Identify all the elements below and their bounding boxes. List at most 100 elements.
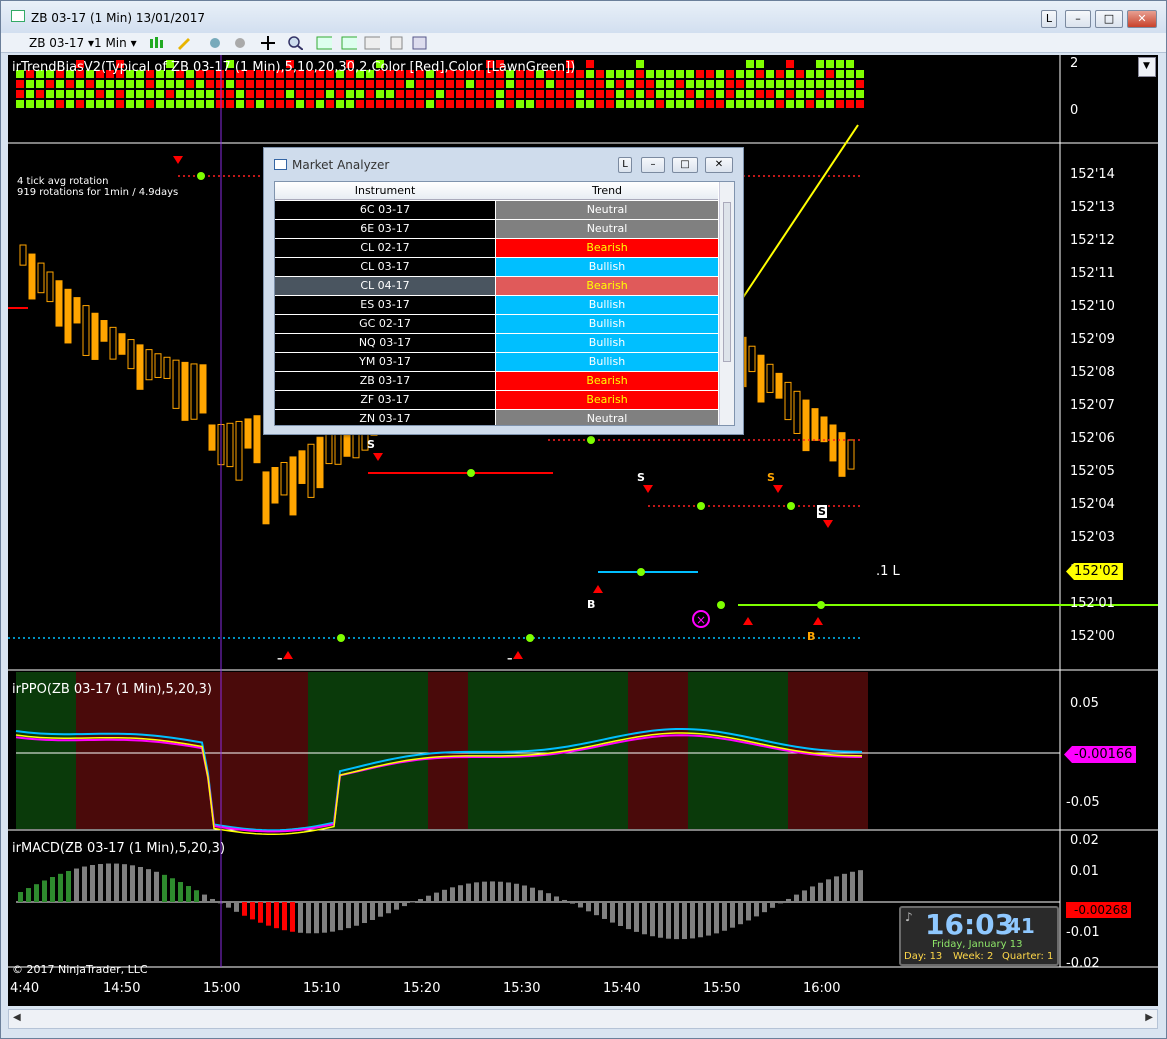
scroll-left-arrow-icon[interactable]: ◀ xyxy=(13,1012,21,1023)
close-button[interactable]: ✕ xyxy=(1127,10,1157,28)
trendbias-cell xyxy=(816,90,824,98)
trendbias-cell xyxy=(276,100,284,108)
col-trend-header[interactable]: Trend xyxy=(496,184,718,197)
price-axis-label: 152'01 xyxy=(1070,596,1115,611)
ma-row[interactable]: ES 03-17 Bullish xyxy=(275,296,718,315)
minimize-button[interactable]: – xyxy=(1065,10,1091,28)
macd-bar xyxy=(162,874,167,902)
link-button[interactable]: L xyxy=(1041,10,1057,28)
trendbias-cell xyxy=(386,80,394,88)
pivot-dot xyxy=(717,601,725,609)
macd-bar xyxy=(42,880,47,902)
strategies-icon[interactable] xyxy=(341,36,357,50)
trendbias-cell xyxy=(26,100,34,108)
ma-minimize-button[interactable]: – xyxy=(641,157,665,173)
panel-dropdown-button[interactable]: ▼ xyxy=(1138,57,1156,77)
ma-row[interactable]: ZF 03-17 Bearish xyxy=(275,391,718,410)
trendbias-cell xyxy=(776,80,784,88)
macd-bar xyxy=(466,883,471,902)
interval-selector[interactable]: 1 Min ▾ xyxy=(94,35,137,51)
trendbias-cell xyxy=(746,80,754,88)
trendbias-cell xyxy=(846,100,854,108)
price-candle xyxy=(64,288,72,344)
ma-row[interactable]: YM 03-17 Bullish xyxy=(275,353,718,372)
pencil-icon[interactable] xyxy=(176,36,192,50)
macd-bar xyxy=(802,890,807,902)
drawing-tool-icon[interactable] xyxy=(206,36,222,50)
trendbias-cell xyxy=(16,100,24,108)
trendbias-cell xyxy=(826,90,834,98)
price-candle xyxy=(199,364,207,414)
price-candle xyxy=(208,424,216,451)
pivot-dot xyxy=(587,436,595,444)
market-analyzer-window[interactable]: Market Analyzer L – □ ✕ Instrument Trend… xyxy=(263,147,744,435)
macd-bar xyxy=(786,898,791,902)
time-label-1: 4:40 xyxy=(10,981,40,996)
instrument-selector[interactable]: ZB 03-17 ▾ xyxy=(29,35,94,51)
trendbias-cell xyxy=(46,100,54,108)
ma-row[interactable]: ZB 03-17 Bearish xyxy=(275,372,718,391)
horizontal-scrollbar[interactable]: ◀ ▶ xyxy=(8,1009,1158,1029)
zoom-icon[interactable] xyxy=(287,36,303,50)
clock-day: Day: 13 xyxy=(904,951,943,962)
trendbias-cell xyxy=(746,100,754,108)
ma-close-button[interactable]: ✕ xyxy=(705,157,733,173)
trendbias-cell xyxy=(796,100,804,108)
scroll-right-arrow-icon[interactable]: ▶ xyxy=(1145,1012,1153,1023)
ma-maximize-button[interactable]: □ xyxy=(672,157,698,173)
macd-bar xyxy=(538,890,543,902)
ma-link-button[interactable]: L xyxy=(618,157,632,173)
macd-bar xyxy=(242,902,247,916)
trendbias-cell xyxy=(826,100,834,108)
ma-trend-cell: Bullish xyxy=(496,296,718,314)
exit-marker-x: × xyxy=(696,613,706,627)
crosshair-icon[interactable] xyxy=(259,36,275,50)
properties-icon[interactable] xyxy=(411,36,427,50)
chart-properties-icon[interactable] xyxy=(364,36,380,50)
ppo-axis-1: 0.05 xyxy=(1070,696,1099,711)
ma-row[interactable]: NQ 03-17 Bullish xyxy=(275,334,718,353)
data-box-icon[interactable] xyxy=(388,36,404,50)
trendbias-cell xyxy=(836,90,844,98)
ma-row[interactable]: 6C 03-17 Neutral xyxy=(275,201,718,220)
trendbias-cell xyxy=(216,90,224,98)
ma-row[interactable]: CL 03-17 Bullish xyxy=(275,258,718,277)
ma-row[interactable]: GC 02-17 Bullish xyxy=(275,315,718,334)
maximize-button[interactable]: □ xyxy=(1095,10,1123,28)
ma-scroll-thumb[interactable] xyxy=(723,202,731,362)
trendbias-cell xyxy=(406,90,414,98)
ma-trend-cell: Bullish xyxy=(496,258,718,276)
trendbias-cell xyxy=(96,80,104,88)
trendbias-cell xyxy=(756,80,764,88)
instrument-label: ZB 03-17 xyxy=(29,36,85,50)
ma-trend-cell: Bearish xyxy=(496,372,718,390)
trendbias-cell xyxy=(566,80,574,88)
trendbias-cell xyxy=(506,80,514,88)
title-bar[interactable]: ZB 03-17 (1 Min) 13/01/2017 L – □ ✕ xyxy=(1,1,1166,33)
trendbias-cell xyxy=(376,80,384,88)
col-instrument-header[interactable]: Instrument xyxy=(275,184,495,197)
ppo-panel-label: irPPO(ZB 03-17 (1 Min),5,20,3) xyxy=(12,682,212,697)
trendbias-cell xyxy=(116,80,124,88)
ma-instrument-cell: CL 03-17 xyxy=(275,258,495,276)
ma-vertical-scrollbar[interactable] xyxy=(719,182,734,425)
macd-bar xyxy=(186,886,191,902)
trendbias-cell xyxy=(806,80,814,88)
indicators-icon[interactable] xyxy=(316,36,332,50)
ppo-band xyxy=(848,672,868,829)
bar-type-icon[interactable] xyxy=(149,36,165,50)
price-axis-label: 152'11 xyxy=(1070,266,1115,281)
price-candle xyxy=(235,420,243,481)
trendbias-cell xyxy=(616,80,624,88)
ma-instrument-cell: ES 03-17 xyxy=(275,296,495,314)
remove-drawing-icon[interactable] xyxy=(231,36,247,50)
trendbias-cell xyxy=(816,80,824,88)
ma-row[interactable]: CL 02-17 Bearish xyxy=(275,239,718,258)
trendbias-cell xyxy=(366,100,374,108)
price-candle xyxy=(784,381,792,421)
ma-row[interactable]: ZN 03-17 Neutral xyxy=(275,410,718,425)
ma-row[interactable]: CL 04-17 Bearish xyxy=(275,277,718,296)
macd-bar xyxy=(674,902,679,940)
sell-signal-4: S xyxy=(817,505,827,518)
ma-row[interactable]: 6E 03-17 Neutral xyxy=(275,220,718,239)
